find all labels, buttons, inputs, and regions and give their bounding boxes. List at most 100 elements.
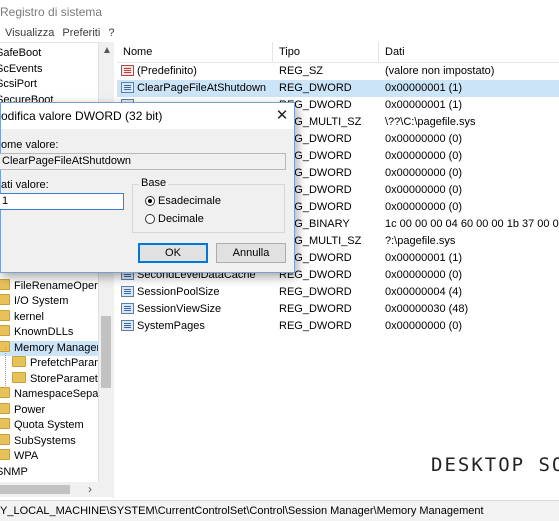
value-name-field: ClearPageFileAtShutdown — [0, 153, 286, 170]
value-type-cell: REG_SZ — [279, 65, 324, 77]
tree-item-label: SNMP — [0, 465, 28, 478]
ok-button[interactable]: OK — [138, 243, 208, 263]
folder-icon — [0, 449, 10, 460]
value-data-cell: 0x00000000 (0) — [385, 150, 463, 162]
tree-item[interactable]: StoreParamete — [12, 371, 104, 387]
list-header: Nome Tipo Dati — [117, 42, 559, 63]
dword-value-icon — [121, 303, 134, 314]
value-name-cell: ClearPageFileAtShutdown — [121, 80, 278, 97]
tree-item[interactable]: Quota System — [0, 418, 84, 433]
dialog-title: odifica valore DWORD (32 bit) — [1, 109, 163, 123]
watermark-text: DESKTOP SOL — [431, 454, 559, 476]
value-type-cell: REG_DWORD — [279, 82, 352, 94]
column-header-data[interactable]: Dati — [379, 42, 559, 62]
tree-item-label: kernel — [14, 310, 44, 323]
tree-scroll-thumb[interactable] — [101, 316, 111, 388]
folder-icon — [12, 356, 26, 367]
list-row[interactable]: SystemPages REG_DWORD 0x00000000 (0) — [117, 318, 559, 335]
dialog-title-bar: odifica valore DWORD (32 bit) ✕ — [1, 103, 294, 129]
dword-value-icon — [121, 320, 134, 331]
value-type-cell: REG_DWORD — [279, 303, 352, 315]
list-row[interactable]: SessionViewSize REG_DWORD 0x00000030 (48) — [117, 301, 559, 318]
tree-item-label: SubSystems — [14, 434, 76, 447]
value-data-cell: ?:\pagefile.sys — [385, 235, 456, 247]
value-type-cell: REG_DWORD — [279, 286, 352, 298]
tree-item[interactable]: Power — [0, 402, 45, 418]
list-row[interactable]: SessionPoolSize REG_DWORD 0x00000004 (4) — [117, 284, 559, 301]
value-name-label: ome valore: — [1, 139, 59, 151]
tree-item[interactable]: SNMP — [0, 465, 28, 480]
tree-horizontal-scrollbar[interactable]: › — [0, 482, 113, 497]
value-name: (Predefinito) — [137, 65, 197, 77]
tree-item[interactable]: kernel — [0, 309, 44, 325]
radio-decimal[interactable]: Decimale — [145, 212, 204, 226]
list-row[interactable]: ClearPageFileAtShutdown REG_DWORD 0x000000… — [117, 80, 559, 97]
value-name-cell: (Predefinito) — [121, 63, 278, 80]
tree-item-label: WPA — [14, 450, 39, 462]
menu-bar: Visualizza Preferiti ? — [0, 25, 559, 42]
value-data-cell: 0x00000000 (0) — [385, 133, 463, 145]
value-data-cell: 0x00000004 (4) — [385, 286, 463, 298]
base-group: Base Esadecimale Decimale — [132, 177, 285, 233]
value-name-cell: SessionPoolSize — [121, 284, 278, 301]
value-data-cell: 0x00000000 (0) — [385, 167, 463, 179]
column-header-type[interactable]: Tipo — [273, 42, 379, 62]
value-data-cell: 0x00000000 (0) — [385, 184, 463, 196]
menu-visualizza[interactable]: Visualizza — [5, 27, 54, 39]
column-header-name[interactable]: Nome — [117, 42, 273, 62]
tree-item[interactable]: WPA — [0, 449, 38, 464]
tree-item[interactable]: SafeBoot — [0, 46, 41, 61]
value-data-cell: 0x00000001 (1) — [385, 252, 463, 264]
value-data-label: ati valore: — [1, 179, 49, 191]
value-name: SessionViewSize — [137, 303, 222, 315]
tree-item[interactable]: ScsiPort — [0, 77, 37, 92]
window-title: Registro di sistema — [0, 0, 559, 24]
menu-preferiti[interactable]: Preferiti — [62, 27, 100, 39]
value-data-cell: 0x00000000 (0) — [385, 320, 463, 332]
status-bar-path: Y_LOCAL_MACHINE\SYSTEM\CurrentControlSet… — [0, 500, 559, 521]
folder-icon — [0, 433, 10, 445]
close-icon[interactable]: ✕ — [270, 103, 294, 129]
folder-icon — [0, 418, 10, 429]
value-data-cell: (valore non impostato) — [385, 65, 495, 77]
value-name: ClearPageFileAtShutdown — [137, 82, 267, 94]
value-name: SystemPages — [137, 320, 205, 332]
tree-item[interactable]: I/O System — [0, 294, 68, 309]
edit-dword-dialog: odifica valore DWORD (32 bit) ✕ ome valo… — [0, 102, 295, 273]
list-row[interactable]: (Predefinito) REG_SZ (valore non impostato… — [117, 63, 559, 80]
value-data-cell: \??\C:\pagefile.sys — [385, 116, 476, 128]
scroll-right-icon[interactable]: › — [88, 482, 92, 497]
tree-item[interactable]: Memory Manager — [0, 340, 101, 356]
tree-item-label: I/O System — [14, 295, 69, 307]
scroll-up-icon[interactable]: ▲ — [102, 45, 112, 56]
tree-item[interactable]: KnownDLLs — [0, 325, 73, 340]
tree-item[interactable]: ScEvents — [0, 62, 42, 77]
tree-item-label: ScsiPort — [0, 78, 37, 90]
tree-item[interactable]: NamespaceSepar — [0, 387, 102, 402]
value-type-cell: REG_DWORD — [279, 320, 352, 332]
radio-hexadecimal[interactable]: Esadecimale — [145, 194, 221, 208]
tree-item[interactable]: SubSystems — [0, 433, 76, 449]
folder-icon — [0, 387, 10, 398]
radio-hex-label: Esadecimale — [158, 195, 221, 207]
value-name-cell: SystemPages — [121, 318, 278, 335]
value-data-cell: 0x00000000 (0) — [385, 201, 463, 213]
tree-item-label: ScEvents — [0, 62, 43, 75]
tree-item-label: KnownDLLs — [14, 326, 74, 338]
tree-item-label: Quota System — [14, 419, 84, 431]
tree-item-label: Memory Manager — [14, 341, 101, 354]
tree-item-label: FileRenameOpera — [14, 279, 104, 292]
tree-item[interactable]: PrefetchParam — [12, 356, 103, 371]
folder-icon — [0, 402, 10, 414]
cancel-button[interactable]: Annulla — [216, 243, 286, 263]
tree-item-label: NamespaceSepar — [14, 388, 103, 400]
menu-help[interactable]: ? — [108, 27, 114, 39]
base-group-label: Base — [139, 177, 169, 189]
radio-dec-label: Decimale — [158, 213, 204, 225]
radio-unselected-icon — [145, 214, 155, 224]
tree-hscroll-thumb[interactable] — [0, 485, 70, 494]
value-data-cell: 0x00000030 (48) — [385, 303, 469, 315]
tree-item[interactable]: FileRenameOpera — [0, 278, 104, 294]
value-data-input[interactable]: 1 — [0, 193, 124, 210]
tree-item-label: SafeBoot — [0, 47, 42, 59]
